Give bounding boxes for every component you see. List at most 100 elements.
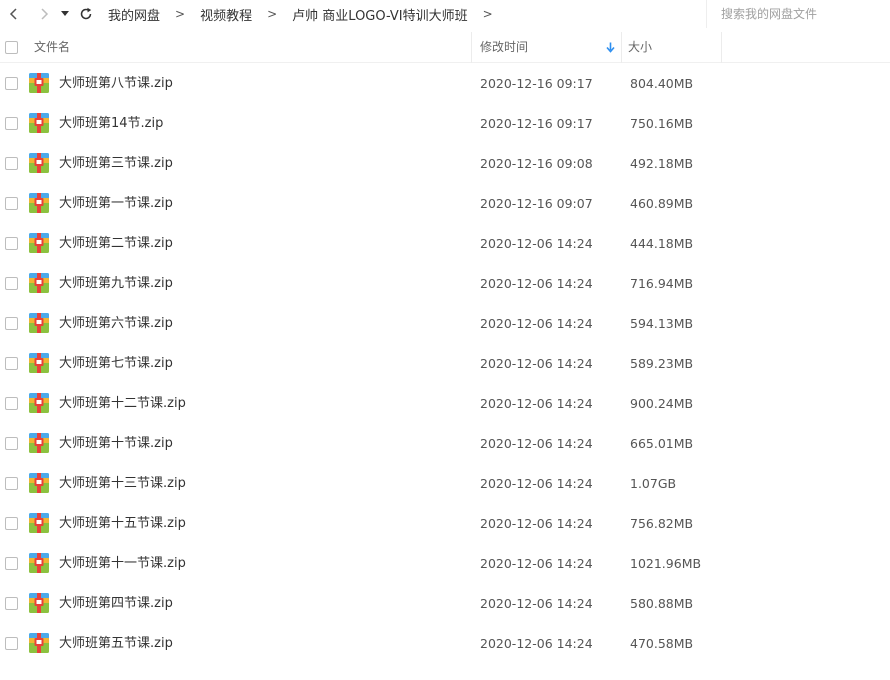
file-modified-time: 2020-12-06 14:24 (480, 636, 593, 651)
file-modified-time: 2020-12-06 14:24 (480, 356, 593, 371)
file-checkbox[interactable] (5, 237, 18, 250)
back-button[interactable] (2, 0, 26, 28)
file-name[interactable]: 大师班第十二节课.zip (59, 384, 186, 424)
select-all-checkbox[interactable] (5, 41, 18, 54)
breadcrumb-separator: > (175, 7, 186, 21)
column-divider[interactable] (621, 32, 622, 63)
file-name[interactable]: 大师班第十一节课.zip (59, 544, 186, 584)
file-checkbox[interactable] (5, 437, 18, 450)
file-modified-time: 2020-12-16 09:17 (480, 76, 593, 91)
zip-archive-icon (29, 433, 49, 453)
zip-archive-icon (29, 553, 49, 573)
file-row[interactable]: 大师班第九节课.zip 2020-12-06 14:24 716.94MB (0, 264, 890, 304)
file-modified-time: 2020-12-16 09:17 (480, 116, 593, 131)
file-name[interactable]: 大师班第七节课.zip (59, 344, 173, 384)
file-checkbox[interactable] (5, 397, 18, 410)
file-row[interactable]: 大师班第十二节课.zip 2020-12-06 14:24 900.24MB (0, 384, 890, 424)
column-header-size[interactable]: 大小 (628, 32, 652, 63)
file-modified-time: 2020-12-06 14:24 (480, 316, 593, 331)
file-modified-time: 2020-12-06 14:24 (480, 436, 593, 451)
file-modified-time: 2020-12-06 14:24 (480, 596, 593, 611)
zip-archive-icon (29, 313, 49, 333)
file-checkbox[interactable] (5, 597, 18, 610)
file-checkbox[interactable] (5, 517, 18, 530)
zip-archive-icon (29, 473, 49, 493)
file-list-header: 文件名 修改时间 大小 (0, 32, 890, 63)
file-checkbox[interactable] (5, 117, 18, 130)
file-checkbox[interactable] (5, 637, 18, 650)
file-size: 716.94MB (630, 276, 694, 291)
file-row[interactable]: 大师班第七节课.zip 2020-12-06 14:24 589.23MB (0, 344, 890, 384)
file-name[interactable]: 大师班第二节课.zip (59, 224, 173, 264)
file-row[interactable]: 大师班第一节课.zip 2020-12-16 09:07 460.89MB (0, 184, 890, 224)
file-name[interactable]: 大师班第十五节课.zip (59, 504, 186, 544)
file-row[interactable]: 大师班第五节课.zip 2020-12-06 14:24 470.58MB (0, 624, 890, 664)
history-dropdown-button[interactable] (58, 0, 72, 28)
file-modified-time: 2020-12-16 09:07 (480, 196, 593, 211)
breadcrumb-item-my-disk[interactable]: 我的网盘 (106, 5, 162, 24)
file-modified-time: 2020-12-06 14:24 (480, 556, 593, 571)
file-checkbox[interactable] (5, 197, 18, 210)
file-row[interactable]: 大师班第14节.zip 2020-12-16 09:17 750.16MB (0, 104, 890, 144)
file-row[interactable]: 大师班第二节课.zip 2020-12-06 14:24 444.18MB (0, 224, 890, 264)
file-size: 594.13MB (630, 316, 694, 331)
zip-archive-icon (29, 633, 49, 653)
file-row[interactable]: 大师班第八节课.zip 2020-12-16 09:17 804.40MB (0, 64, 890, 104)
forward-button[interactable] (32, 0, 56, 28)
navigation-bar: 我的网盘 > 视频教程 > 卢帅 商业LOGO-VI特训大师班 > (0, 0, 890, 28)
file-row[interactable]: 大师班第三节课.zip 2020-12-16 09:08 492.18MB (0, 144, 890, 184)
search-box (706, 0, 890, 28)
zip-archive-icon (29, 393, 49, 413)
zip-archive-icon (29, 273, 49, 293)
column-divider[interactable] (721, 32, 722, 63)
file-modified-time: 2020-12-06 14:24 (480, 516, 593, 531)
arrow-down-icon (606, 42, 615, 53)
zip-archive-icon (29, 73, 49, 93)
column-header-name[interactable]: 文件名 (34, 32, 70, 63)
file-modified-time: 2020-12-06 14:24 (480, 236, 593, 251)
chevron-right-icon (41, 8, 49, 20)
file-modified-time: 2020-12-06 14:24 (480, 276, 593, 291)
file-size: 756.82MB (630, 516, 694, 531)
file-size: 492.18MB (630, 156, 694, 171)
file-row[interactable]: 大师班第六节课.zip 2020-12-06 14:24 594.13MB (0, 304, 890, 344)
file-modified-time: 2020-12-06 14:24 (480, 476, 593, 491)
file-row[interactable]: 大师班第十五节课.zip 2020-12-06 14:24 756.82MB (0, 504, 890, 544)
file-checkbox[interactable] (5, 357, 18, 370)
column-divider[interactable] (471, 32, 472, 63)
file-row[interactable]: 大师班第十节课.zip 2020-12-06 14:24 665.01MB (0, 424, 890, 464)
file-checkbox[interactable] (5, 557, 18, 570)
file-checkbox[interactable] (5, 77, 18, 90)
file-name[interactable]: 大师班第八节课.zip (59, 64, 173, 104)
search-input[interactable] (721, 7, 881, 21)
breadcrumb-item-current-folder[interactable]: 卢帅 商业LOGO-VI特训大师班 (290, 5, 469, 24)
file-row[interactable]: 大师班第十三节课.zip 2020-12-06 14:24 1.07GB (0, 464, 890, 504)
zip-archive-icon (29, 233, 49, 253)
file-name[interactable]: 大师班第十三节课.zip (59, 464, 186, 504)
file-checkbox[interactable] (5, 477, 18, 490)
zip-archive-icon (29, 113, 49, 133)
file-name[interactable]: 大师班第四节课.zip (59, 584, 173, 624)
file-name[interactable]: 大师班第一节课.zip (59, 184, 173, 224)
file-name[interactable]: 大师班第十节课.zip (59, 424, 173, 464)
zip-archive-icon (29, 193, 49, 213)
file-row[interactable]: 大师班第十一节课.zip 2020-12-06 14:24 1021.96MB (0, 544, 890, 584)
file-checkbox[interactable] (5, 157, 18, 170)
file-size: 589.23MB (630, 356, 694, 371)
file-name[interactable]: 大师班第六节课.zip (59, 304, 173, 344)
column-header-modified-time[interactable]: 修改时间 (480, 32, 528, 63)
breadcrumb-item-video-tutorials[interactable]: 视频教程 (198, 5, 254, 24)
file-name[interactable]: 大师班第五节课.zip (59, 624, 173, 664)
file-size: 444.18MB (630, 236, 694, 251)
file-name[interactable]: 大师班第三节课.zip (59, 144, 173, 184)
refresh-button[interactable] (74, 0, 98, 28)
file-name[interactable]: 大师班第九节课.zip (59, 264, 173, 304)
file-size: 1.07GB (630, 476, 677, 491)
breadcrumb-separator[interactable]: > (483, 7, 493, 21)
refresh-icon (80, 7, 92, 20)
file-size: 804.40MB (630, 76, 694, 91)
file-checkbox[interactable] (5, 277, 18, 290)
file-row[interactable]: 大师班第四节课.zip 2020-12-06 14:24 580.88MB (0, 584, 890, 624)
file-name[interactable]: 大师班第14节.zip (59, 104, 163, 144)
file-checkbox[interactable] (5, 317, 18, 330)
